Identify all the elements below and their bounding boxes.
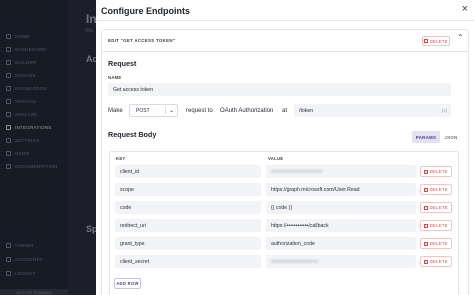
value-text: https://••••••••••••/callback [271, 222, 329, 229]
value-input[interactable]: •••••••••••••••••••••••••• [266, 255, 416, 268]
trash-icon [424, 259, 428, 264]
delete-row-button[interactable]: DELETE [420, 202, 452, 213]
delete-label: DELETE [429, 223, 448, 228]
value-text: •••••••••••••••••••••••••• [271, 258, 319, 265]
key-input[interactable]: client_id [115, 165, 261, 178]
value-text: https://graph.microsoft.com/User.Read [271, 186, 360, 193]
select-divider [165, 107, 166, 114]
delete-row-button[interactable]: DELETE [420, 184, 452, 195]
delete-label: DELETE [429, 241, 448, 246]
delete-row-button[interactable]: DELETE [420, 220, 452, 231]
params-table: KEY VALUE client_id ••••••••••••••••••••… [109, 151, 459, 295]
table-row: client_secret ••••••••••••••••••••••••••… [110, 253, 460, 270]
variable-icon[interactable]: {x} [442, 108, 447, 113]
value-input[interactable]: {{ code }} [266, 201, 416, 214]
trash-icon [424, 205, 428, 210]
make-label: Make [108, 108, 123, 114]
at-label: at [282, 108, 288, 114]
trash-icon [424, 223, 428, 228]
trash-icon [424, 169, 428, 174]
value-input[interactable]: •••••••••••••••••••••••••••• [266, 165, 416, 178]
delete-label: DELETE [429, 259, 448, 264]
trash-icon [424, 241, 428, 246]
delete-endpoint-button[interactable]: DELETE [422, 36, 450, 46]
request-body-title: Request Body [108, 130, 157, 139]
target-value: OAuth Authorization [220, 108, 274, 114]
method-value: POST [136, 107, 150, 114]
table-row: redirect_uri https://••••••••••••/callba… [110, 217, 460, 234]
trash-icon [424, 187, 428, 192]
delete-label: DELETE [429, 187, 448, 192]
table-row: grant_type authorization_code DELETE [110, 235, 460, 252]
value-text: •••••••••••••••••••••••••••• [271, 168, 322, 175]
key-input[interactable]: scope [115, 183, 261, 196]
chevron-up-icon[interactable]: ⌃ [457, 33, 464, 42]
configure-endpoints-modal: Configure Endpoints × EDIT "GET ACCESS T… [96, 0, 474, 295]
edit-endpoint-label: EDIT "GET ACCESS TOKEN" [108, 38, 176, 43]
value-text: authorization_code [271, 240, 315, 247]
divider [96, 20, 474, 21]
value-input[interactable]: https://graph.microsoft.com/User.Read [266, 183, 416, 196]
key-input[interactable]: code [115, 201, 261, 214]
table-row: client_id •••••••••••••••••••••••••••• D… [110, 163, 460, 180]
key-input[interactable]: grant_type [115, 237, 261, 250]
path-value: /token [299, 107, 314, 114]
chevron-down-icon: ⌄ [168, 108, 174, 114]
delete-label: DELETE [429, 38, 448, 44]
delete-label: DELETE [429, 205, 448, 210]
delete-row-button[interactable]: DELETE [420, 256, 452, 267]
key-column-header: KEY [116, 156, 126, 161]
value-input[interactable]: authorization_code [266, 237, 416, 250]
trash-icon [424, 39, 428, 43]
name-input[interactable]: Get access token [108, 83, 451, 96]
key-input[interactable]: redirect_uri [115, 219, 261, 232]
tab-json[interactable]: JSON [441, 131, 461, 143]
method-select[interactable]: POST ⌄ [129, 104, 178, 117]
table-row: code {{ code }} DELETE [110, 199, 460, 216]
name-label: NAME [108, 75, 122, 80]
endpoint-panel: EDIT "GET ACCESS TOKEN" DELETE ⌃ Request… [101, 29, 469, 295]
table-row: scope https://graph.microsoft.com/User.R… [110, 181, 460, 198]
modal-title: Configure Endpoints [101, 6, 190, 16]
add-row-button[interactable]: ADD ROW [114, 278, 141, 289]
request-to-label: request to [186, 108, 213, 114]
tab-params[interactable]: PARAMS [412, 131, 440, 143]
value-column-header: VALUE [268, 156, 284, 161]
request-section-title: Request [108, 59, 137, 68]
delete-row-button[interactable]: DELETE [420, 166, 452, 177]
close-icon[interactable]: × [462, 3, 468, 15]
endpoint-panel-header[interactable]: EDIT "GET ACCESS TOKEN" DELETE ⌃ [102, 30, 468, 52]
path-input[interactable]: /token {x} [294, 104, 451, 117]
value-text: {{ code }} [271, 204, 293, 211]
delete-row-button[interactable]: DELETE [420, 238, 452, 249]
delete-label: DELETE [429, 169, 448, 174]
value-input[interactable]: https://••••••••••••/callback [266, 219, 416, 232]
key-input[interactable]: client_secret [115, 255, 261, 268]
